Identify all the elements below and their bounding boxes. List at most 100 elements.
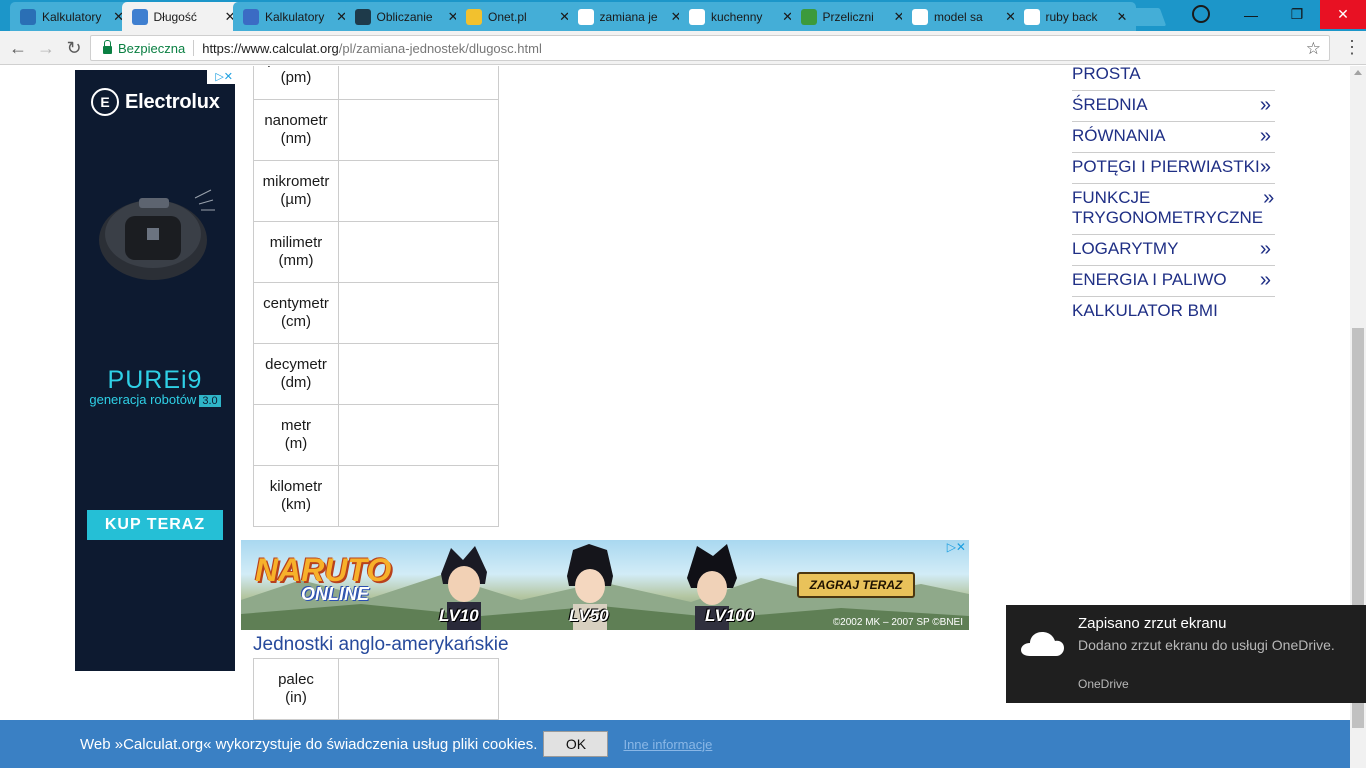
unit-name-cell: mikrometr (µm) bbox=[253, 160, 339, 222]
onedrive-notification[interactable]: Zapisano zrzut ekranu Dodano zrzut ekran… bbox=[1006, 605, 1366, 703]
unit-value-field[interactable] bbox=[338, 404, 499, 466]
notification-app-name: OneDrive bbox=[1078, 677, 1129, 691]
unit-value-field[interactable] bbox=[338, 160, 499, 222]
browser-tab[interactable]: ruby back ✕ bbox=[1013, 2, 1136, 31]
browser-tab[interactable]: Przeliczni ✕ bbox=[790, 2, 913, 31]
minimize-icon[interactable]: — bbox=[1228, 0, 1274, 29]
ad-brand-name: Electrolux bbox=[125, 90, 220, 113]
menu-item[interactable]: PROSTA bbox=[1072, 66, 1275, 91]
cookie-ok-button[interactable]: OK bbox=[543, 731, 609, 757]
browser-menu-icon[interactable]: ⋮ bbox=[1343, 37, 1361, 58]
menu-item[interactable]: FUNKCJE TRYGONOMETRYCZNE» bbox=[1072, 184, 1275, 235]
unit-abbreviation: (mm) bbox=[278, 252, 314, 269]
notification-message: Dodano zrzut ekranu do usługi OneDrive. bbox=[1078, 637, 1335, 653]
chevron-right-icon: » bbox=[1259, 269, 1271, 291]
new-tab-button[interactable] bbox=[1121, 8, 1167, 26]
unit-value-field[interactable] bbox=[338, 343, 499, 405]
ad-banner-left[interactable]: ▷✕ E Electrolux PUREi9 generacja robotów… bbox=[75, 70, 235, 671]
tab-label: model sa bbox=[934, 9, 983, 24]
ad-choices-icon[interactable]: ▷✕ bbox=[939, 540, 969, 554]
ad-subtitle-text: generacja robotów bbox=[89, 392, 197, 407]
browser-tab[interactable]: model sa ✕ bbox=[902, 2, 1024, 31]
unit-abbreviation: (pm) bbox=[280, 69, 312, 86]
unit-name-cell: decymetr (dm) bbox=[253, 343, 339, 405]
forward-icon[interactable]: → bbox=[34, 36, 58, 60]
menu-item-label: RÓWNANIA bbox=[1072, 126, 1166, 145]
menu-item-label: ŚREDNIA bbox=[1072, 95, 1148, 114]
unit-value-field[interactable] bbox=[338, 465, 499, 527]
unit-name-cell: palec (in) bbox=[253, 658, 339, 720]
ad-game-subtitle: ONLINE bbox=[301, 584, 370, 604]
calculator-category-menu: PROSTA ŚREDNIA» RÓWNANIA» POTĘGI I PIERWIAS… bbox=[1072, 66, 1275, 327]
unit-name: palec bbox=[278, 671, 314, 688]
menu-item[interactable]: ŚREDNIA » bbox=[1072, 91, 1275, 122]
level-label: LV100 bbox=[705, 606, 755, 625]
ad-banner-middle[interactable]: NARUTO ONLINE LV10 LV50 LV100 ZAGRAJ TER… bbox=[241, 540, 969, 630]
unit-name: metr bbox=[281, 417, 311, 434]
tab-favicon-icon bbox=[800, 8, 817, 25]
restore-icon[interactable]: ❐ bbox=[1274, 0, 1320, 29]
bookmark-star-icon[interactable]: ☆ bbox=[1306, 39, 1321, 59]
unit-row: palec (in) bbox=[253, 658, 499, 720]
tab-favicon-icon bbox=[466, 8, 482, 25]
tab-label: Kalkulatory bbox=[42, 9, 102, 24]
unit-row: centymetr (cm) bbox=[253, 282, 499, 344]
level-label: LV10 bbox=[439, 606, 479, 625]
tab-label: Długość bbox=[153, 9, 197, 24]
unit-name: pikometr bbox=[267, 66, 325, 68]
robot-vacuum-image bbox=[99, 189, 215, 280]
profile-icon[interactable] bbox=[1192, 5, 1210, 23]
tab-favicon-icon bbox=[689, 8, 705, 25]
browser-tab[interactable]: Kalkulatory ✕ bbox=[10, 2, 132, 31]
unit-abbreviation: (cm) bbox=[281, 313, 311, 330]
browser-tab[interactable]: kuchenny ✕ bbox=[679, 2, 801, 31]
unit-name-cell: metr (m) bbox=[253, 404, 339, 466]
address-bar[interactable]: Bezpieczna https://www.calculat.org/pl/z… bbox=[90, 35, 1330, 61]
unit-name: mikrometr bbox=[262, 173, 330, 190]
chevron-right-icon: » bbox=[1259, 156, 1271, 178]
browser-tab[interactable]: Długość ✕ bbox=[121, 2, 244, 31]
tab-label: Onet.pl bbox=[488, 9, 527, 24]
more-info-link[interactable]: Inne informacje bbox=[623, 737, 712, 752]
back-icon[interactable]: ← bbox=[6, 36, 30, 60]
browser-tab[interactable]: Kalkulatory ✕ bbox=[233, 2, 355, 31]
tab-label: Obliczanie bbox=[376, 9, 433, 24]
tab-favicon-icon bbox=[1023, 8, 1040, 25]
reload-icon[interactable]: ↻ bbox=[62, 36, 86, 60]
browser-tab[interactable]: Onet.pl ✕ bbox=[456, 2, 578, 31]
unit-name: decymetr bbox=[265, 356, 327, 373]
tab-label: ruby back bbox=[1045, 9, 1098, 24]
play-now-button[interactable]: ZAGRAJ TERAZ bbox=[797, 572, 915, 598]
browser-toolbar: ← → ↻ Bezpieczna https://www.calculat.or… bbox=[0, 31, 1366, 65]
menu-item-label: POTĘGI I PIERWIASTKI bbox=[1072, 157, 1260, 176]
unit-value-field[interactable] bbox=[338, 99, 499, 161]
unit-value-field[interactable] bbox=[338, 221, 499, 283]
unit-abbreviation: (in) bbox=[285, 689, 307, 706]
ad-choices-icon[interactable]: ▷✕ bbox=[207, 70, 235, 84]
tab-favicon-icon bbox=[20, 8, 36, 25]
menu-item[interactable]: RÓWNANIA » bbox=[1072, 122, 1275, 153]
scroll-up-icon[interactable] bbox=[1354, 70, 1362, 75]
menu-item[interactable]: POTĘGI I PIERWIASTKI» bbox=[1072, 153, 1275, 184]
unit-name-cell: kilometr (km) bbox=[253, 465, 339, 527]
unit-row: decymetr (dm) bbox=[253, 343, 499, 405]
unit-abbreviation: (nm) bbox=[280, 130, 312, 147]
metric-units-table: pikometr(pm)nanometr(nm)mikrometr(µm)mil… bbox=[253, 66, 499, 527]
browser-tab[interactable]: Obliczanie ✕ bbox=[344, 2, 467, 31]
cloud-icon bbox=[1021, 632, 1064, 656]
unit-value-field[interactable] bbox=[338, 658, 499, 720]
section-heading: Jednostki anglo-amerykańskie bbox=[253, 634, 509, 655]
ad-brand: E Electrolux bbox=[91, 88, 220, 116]
buy-now-button[interactable]: KUP TERAZ bbox=[87, 510, 223, 540]
unit-value-field[interactable] bbox=[338, 282, 499, 344]
unit-name-cell: nanometr (nm) bbox=[253, 99, 339, 161]
menu-item[interactable]: KALKULATOR BMI bbox=[1072, 297, 1275, 327]
close-window-icon[interactable]: ✕ bbox=[1320, 0, 1366, 29]
browser-tab[interactable]: zamiana je ✕ bbox=[567, 2, 690, 31]
tab-label: Przeliczni bbox=[822, 9, 874, 24]
url-path: /pl/zamiana-jednostek/dlugosc.html bbox=[338, 40, 542, 56]
unit-value-field[interactable] bbox=[338, 66, 499, 100]
menu-item[interactable]: ENERGIA I PALIWO » bbox=[1072, 266, 1275, 297]
menu-item[interactable]: LOGARYTMY » bbox=[1072, 235, 1275, 266]
unit-abbreviation: (µm) bbox=[280, 191, 312, 208]
